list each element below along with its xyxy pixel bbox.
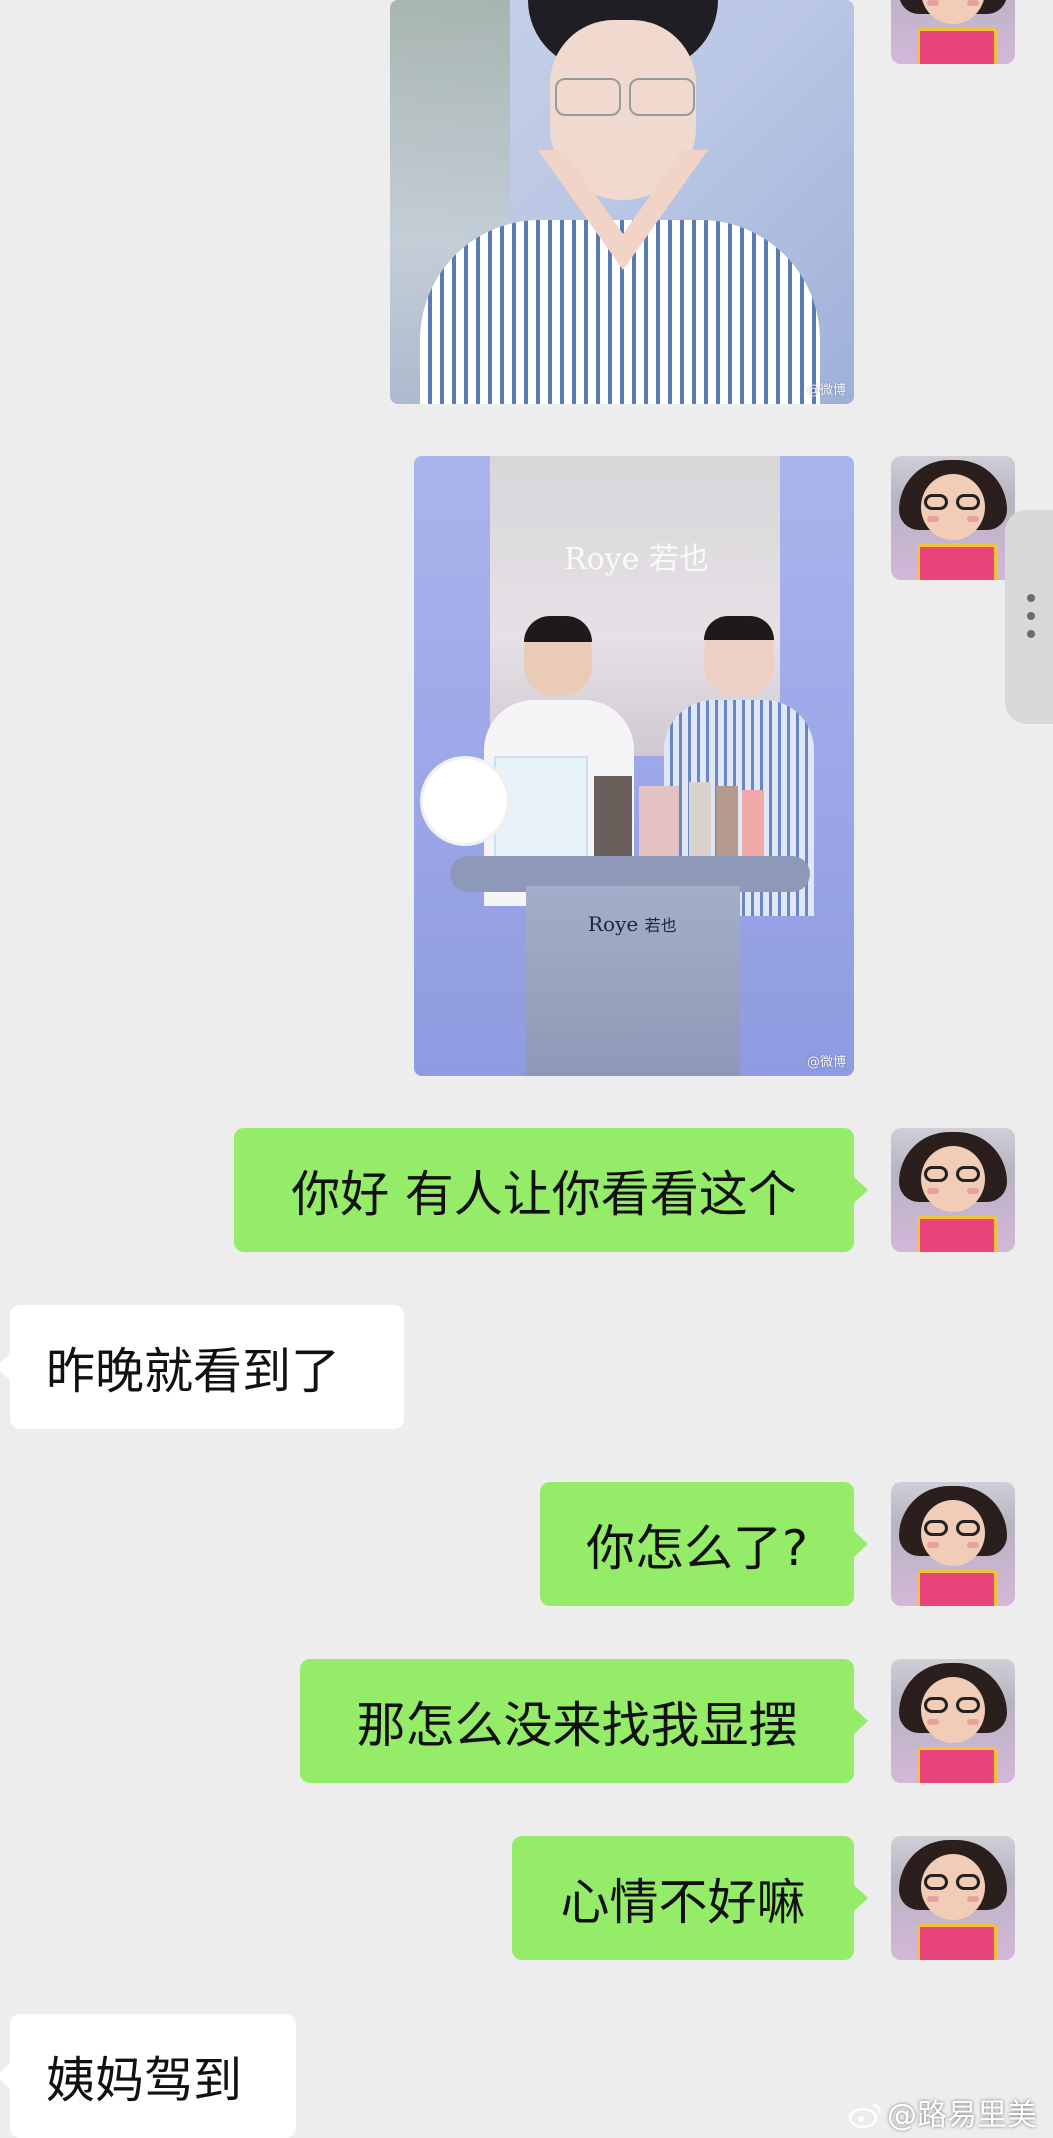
weibo-icon — [848, 2103, 882, 2129]
avatar[interactable] — [891, 456, 1015, 580]
brand-logo: Roye 若也 — [564, 542, 709, 577]
message-bubble-outgoing[interactable]: 那怎么没来找我显摆 — [300, 1659, 854, 1783]
message-bubble-outgoing[interactable]: 你好 有人让你看看这个 — [234, 1128, 854, 1252]
floating-side-handle[interactable] — [1005, 510, 1053, 724]
bubble-tail — [854, 1531, 868, 1557]
round-portrait-card — [420, 756, 510, 846]
bubble-tail — [854, 1177, 868, 1203]
avatar[interactable] — [891, 1659, 1015, 1783]
message-text: 心情不好嘛 — [560, 1873, 806, 1931]
bubble-tail — [854, 1885, 868, 1911]
message-text: 昨晚就看到了 — [46, 1342, 341, 1400]
bubble-tail — [0, 2063, 10, 2089]
message-text: 那怎么没来找我显摆 — [356, 1696, 798, 1754]
message-text: 你好 有人让你看看这个 — [291, 1165, 797, 1223]
message-bubble-incoming[interactable]: 昨晚就看到了 — [10, 1305, 404, 1429]
avatar[interactable] — [891, 1482, 1015, 1606]
avatar[interactable] — [891, 0, 1015, 64]
message-text: 姨妈驾到 — [46, 2051, 243, 2109]
message-bubble-outgoing[interactable]: 心情不好嘛 — [512, 1836, 854, 1960]
avatar[interactable] — [891, 1128, 1015, 1252]
message-bubble-incoming[interactable]: 姨妈驾到 — [10, 2014, 296, 2138]
watermark-text: @路易里美 — [887, 2098, 1037, 2133]
avatar[interactable] — [891, 1836, 1015, 1960]
chat-image-livestream[interactable]: Roye 若也 Roye 若也 @微博 — [414, 456, 854, 1076]
image-watermark: @微博 — [806, 383, 846, 398]
chat-image-portrait[interactable]: @微博 — [390, 0, 854, 404]
bubble-tail — [854, 1708, 868, 1734]
bubble-tail — [0, 1354, 10, 1380]
product-display — [494, 756, 774, 866]
message-text: 你怎么了? — [585, 1519, 808, 1577]
stand-logo: Roye 若也 — [588, 912, 677, 936]
image-watermark: @微博 — [806, 1055, 846, 1070]
message-bubble-outgoing[interactable]: 你怎么了? — [540, 1482, 854, 1606]
weibo-watermark: @路易里美 — [848, 2090, 1037, 2134]
glasses — [555, 78, 695, 116]
